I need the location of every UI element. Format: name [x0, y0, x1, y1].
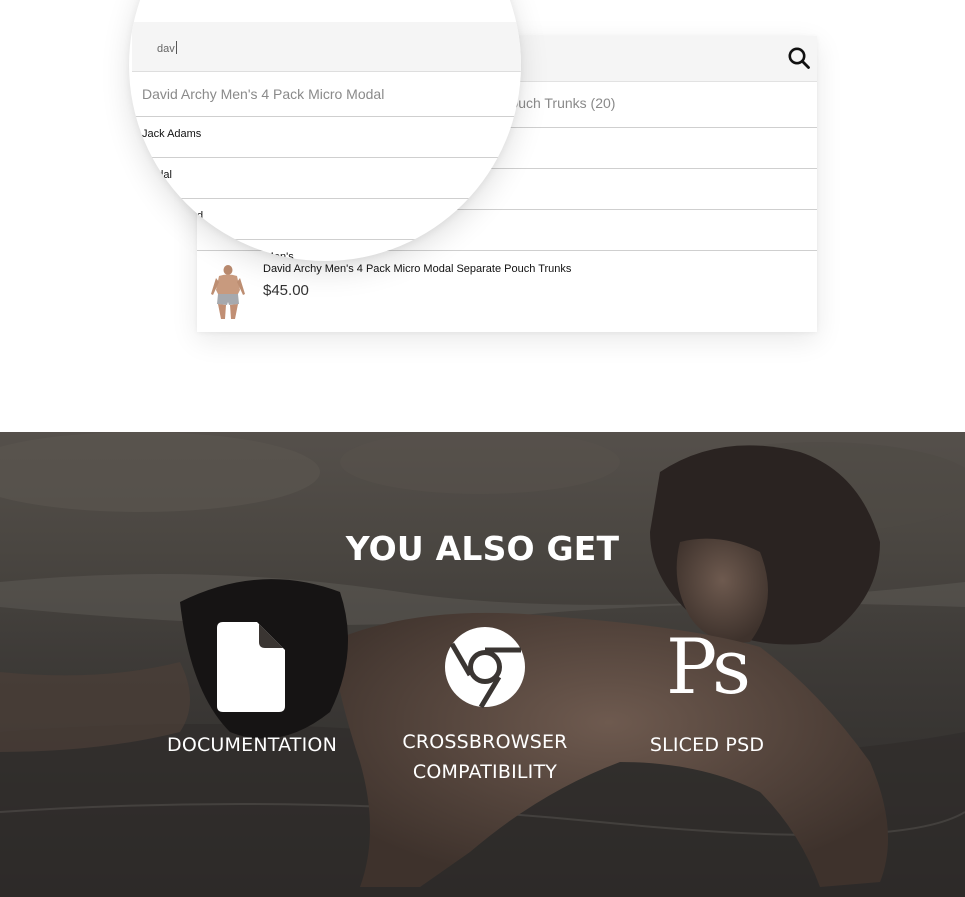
feature-label: SLICED PSD	[649, 734, 765, 756]
product-result[interactable]: David Archy Men's 4 Pack Micro Modal Sep…	[197, 251, 817, 332]
feature-label: CROSSBROWSER COMPATIBILITY	[402, 731, 568, 783]
photoshop-icon: Ps	[665, 622, 751, 711]
product-thumbnail[interactable]	[208, 264, 248, 320]
search-query: dav	[157, 41, 177, 55]
dropdown-item-modal[interactable]: Modal	[132, 158, 521, 199]
dropdown-item-jack-adams[interactable]: Jack Adams	[132, 117, 521, 158]
dropdown-item-label: Modal Blend	[142, 210, 204, 222]
search-demo-section: ro Modal Separate Pouch Trunks (20) Davi…	[0, 0, 965, 432]
search-icon[interactable]	[787, 46, 811, 70]
partial-item-label: David Archy Men's	[203, 251, 294, 261]
feature-documentation: DOCUMENTATION	[142, 622, 362, 760]
section-title: YOU ALSO GET	[345, 529, 620, 568]
suggestion-row[interactable]: David Archy Men's 4 Pack Micro Modal	[132, 72, 521, 117]
features-hero: YOU ALSO GET DOCUMENTATION CROSSBROWSER C…	[0, 432, 965, 897]
feature-label: DOCUMENTATION	[166, 734, 337, 756]
dropdown-item-label: Modal	[142, 169, 172, 181]
suggestion-text: David Archy Men's 4 Pack Micro Modal	[142, 86, 385, 102]
product-name[interactable]: David Archy Men's 4 Pack Micro Modal Sep…	[263, 263, 571, 275]
magnifier-lens: dav David Archy Men's 4 Pack Micro Modal…	[129, 0, 521, 261]
text-caret	[175, 41, 177, 54]
product-price: $45.00	[263, 282, 309, 299]
document-icon	[217, 622, 285, 712]
dropdown-item-label: Jack Adams	[142, 128, 202, 140]
feature-sliced-psd: Ps SLICED PSD	[597, 622, 817, 760]
dropdown-item-modal-blend[interactable]: Modal Blend	[132, 199, 521, 240]
chrome-icon	[445, 627, 525, 709]
search-input[interactable]	[132, 22, 521, 72]
feature-crossbrowser: CROSSBROWSER COMPATIBILITY	[375, 622, 595, 787]
